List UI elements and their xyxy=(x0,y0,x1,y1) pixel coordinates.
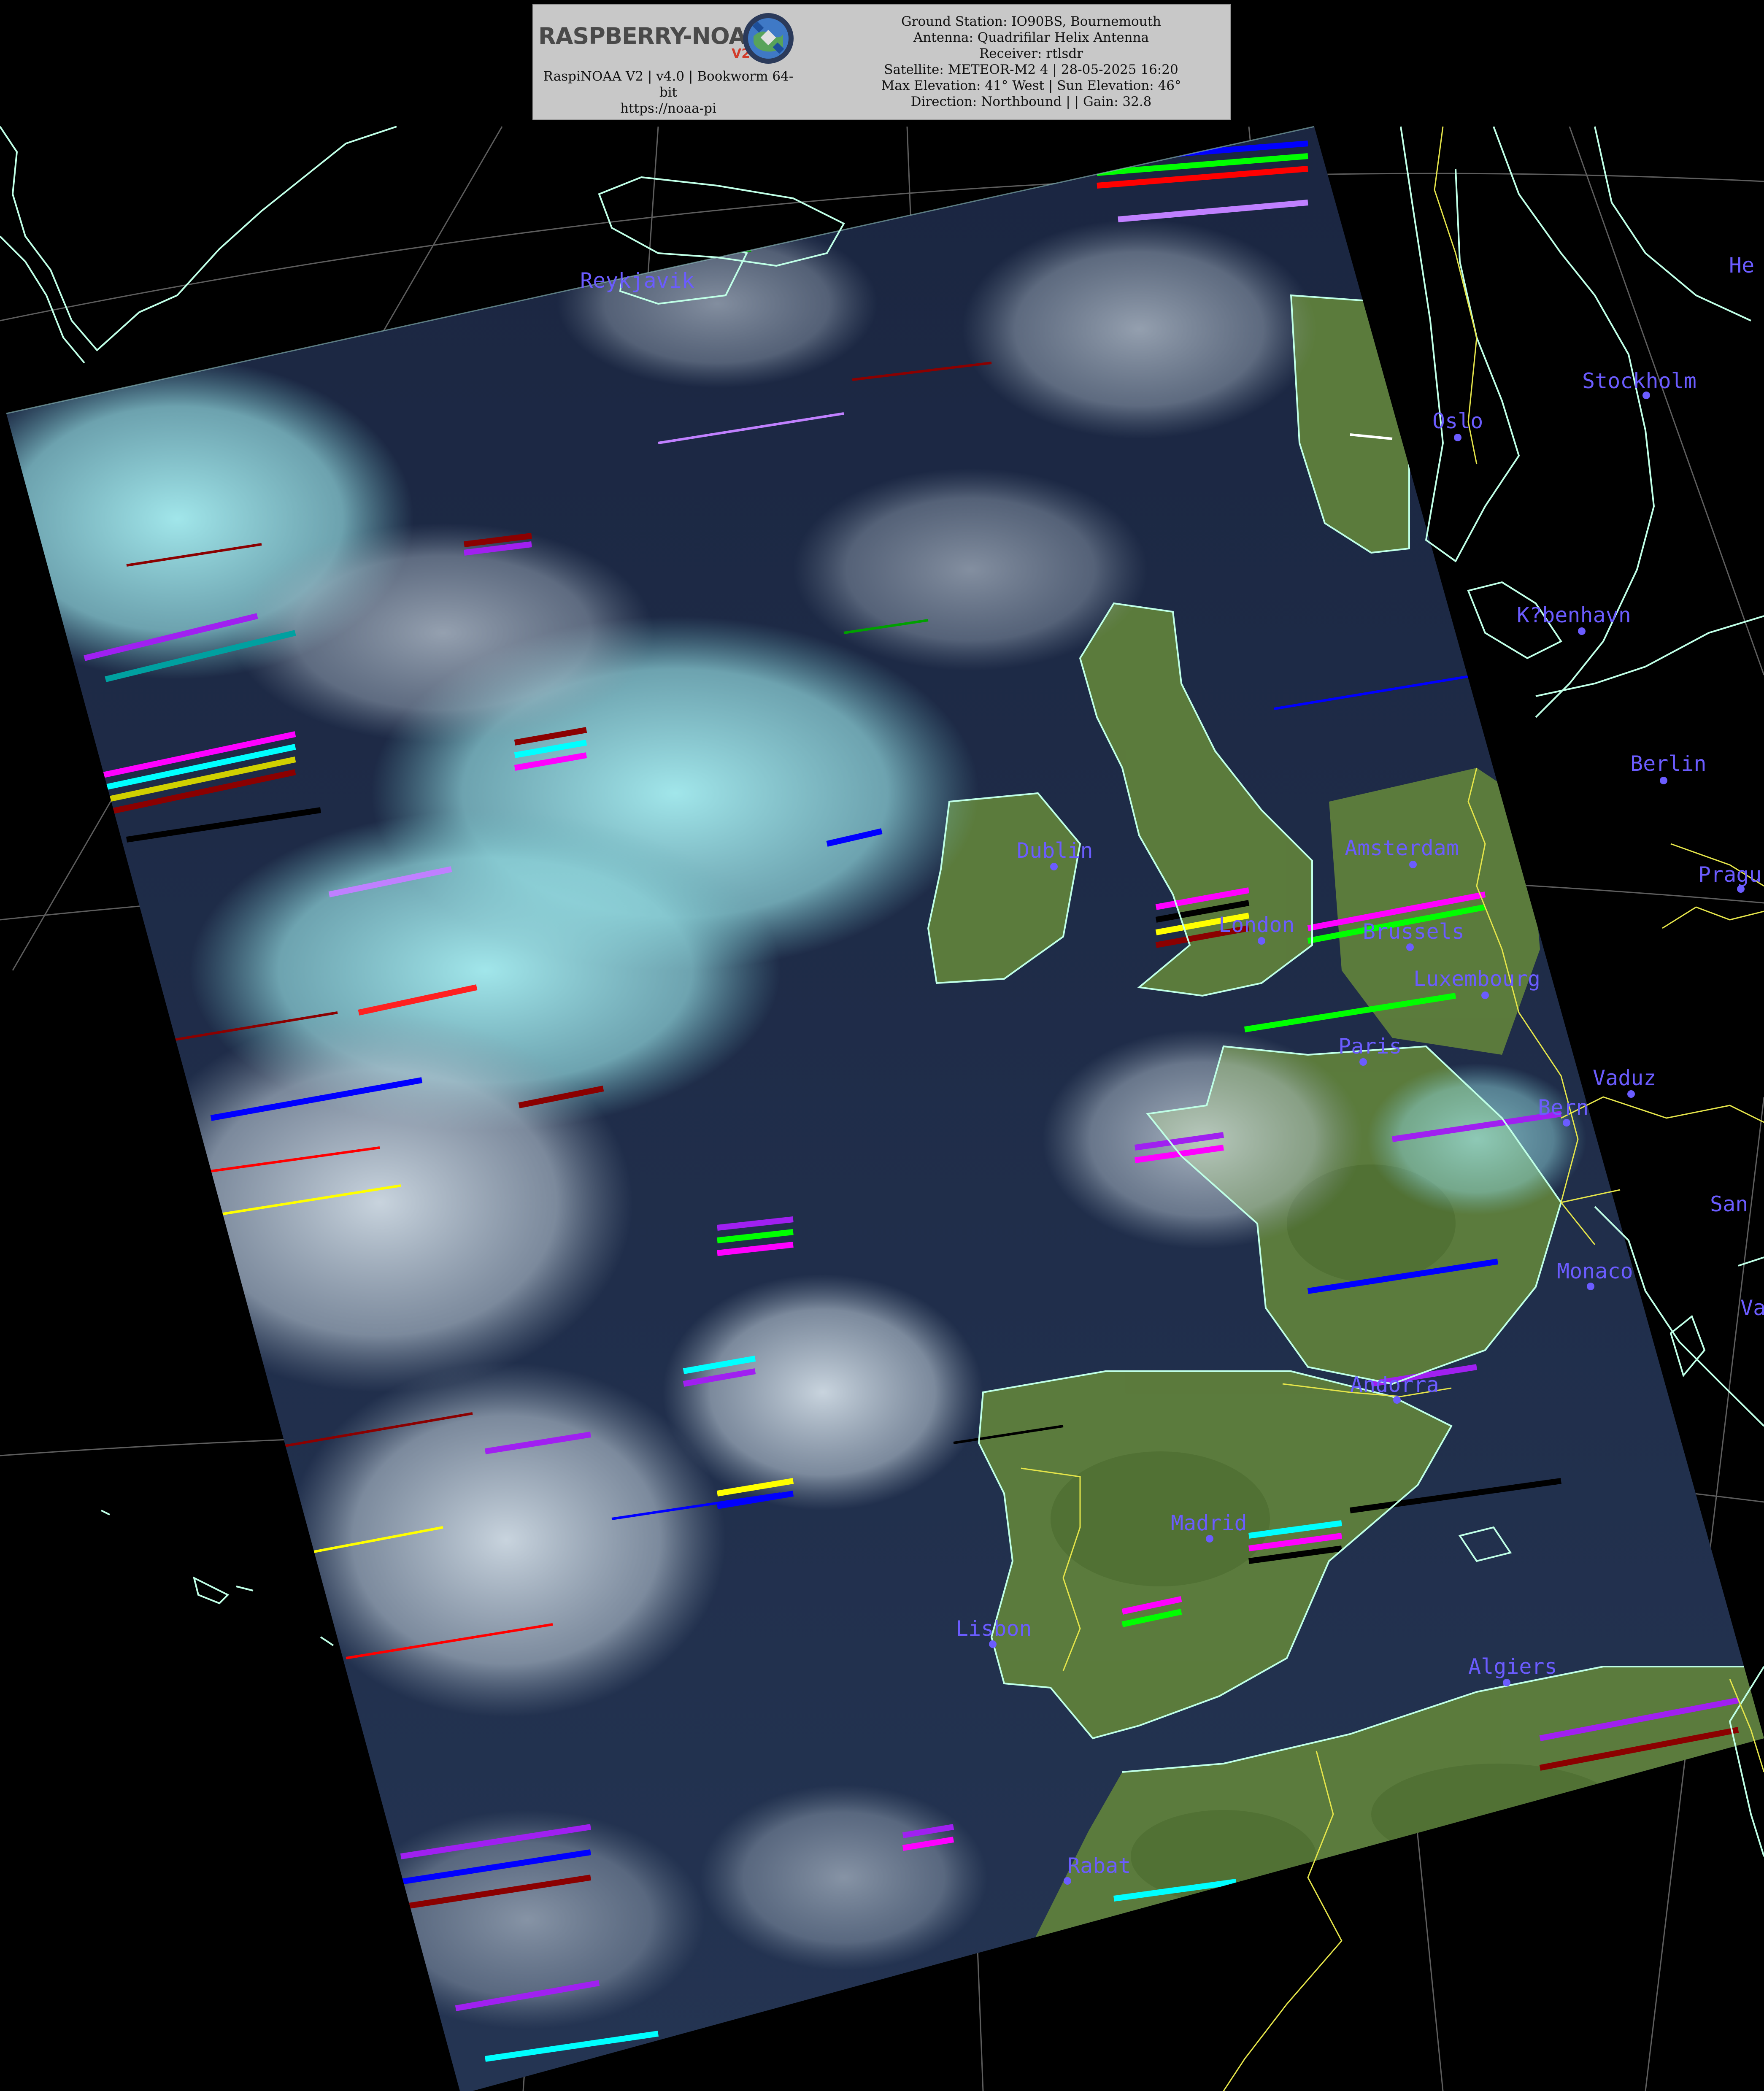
satellite-icon xyxy=(743,13,794,64)
city-label-rabat: Rabat xyxy=(1067,1853,1131,1878)
city-label-monaco: Monaco xyxy=(1557,1259,1633,1283)
logo-text: RASPBERRY-NOAA xyxy=(538,23,764,49)
city-label-madrid: Madrid xyxy=(1171,1511,1247,1535)
antenna-line: Antenna: Quadrifilar Helix Antenna xyxy=(913,30,1149,45)
city-label-paris: Paris xyxy=(1338,1034,1402,1059)
city-label-vaduz: Vaduz xyxy=(1593,1066,1656,1090)
city-dot-dublin xyxy=(1050,863,1058,870)
city-dot-vaduz xyxy=(1627,1090,1635,1098)
elevation-line: Max Elevation: 41° West | Sun Elevation:… xyxy=(881,78,1181,93)
city-label-london: London xyxy=(1218,913,1295,937)
city-label-oslo: Oslo xyxy=(1432,409,1483,433)
city-label-helsinki: He xyxy=(1729,253,1755,278)
city-dot-paris xyxy=(1359,1058,1367,1066)
pass-info-panel: RASPBERRY-NOAA V2 RaspiNOAA V2 | v4.0 | … xyxy=(532,4,1231,120)
city-label-andorra: Andorra xyxy=(1350,1372,1439,1397)
city-label-lisbon: Lisbon xyxy=(956,1616,1032,1641)
map-canvas xyxy=(0,126,1764,2091)
city-dot-lisbon xyxy=(989,1640,997,1648)
city-label-kobenhavn: K?benhavn xyxy=(1517,603,1631,627)
city-dot-stockholm xyxy=(1642,392,1650,399)
city-dot-kobenhavn xyxy=(1578,627,1586,635)
city-dot-oslo xyxy=(1454,434,1461,441)
satellite-line: Satellite: METEOR-M2 4 | 28-05-2025 16:2… xyxy=(884,62,1178,77)
city-label-bern: Bern xyxy=(1538,1095,1589,1120)
city-label-prague: Pragu xyxy=(1698,862,1762,887)
city-label-stockholm: Stockholm xyxy=(1582,369,1696,393)
caption-line: RaspiNOAA V2 | v4.0 | Bookworm 64- xyxy=(543,69,794,84)
city-dot-bern xyxy=(1563,1119,1570,1127)
city-label-algiers: Algiers xyxy=(1468,1654,1557,1679)
satellite-swath xyxy=(6,127,1764,2091)
satellite-map: RASPBERRY-NOAA V2 RaspiNOAA V2 | v4.0 | … xyxy=(0,0,1764,2091)
city-label-san: San xyxy=(1710,1192,1748,1216)
city-dot-andorra xyxy=(1393,1396,1401,1404)
city-dot-london xyxy=(1258,937,1265,945)
city-label-berlin: Berlin xyxy=(1630,751,1707,776)
city-label-amsterdam: Amsterdam xyxy=(1345,836,1459,860)
city-dot-monaco xyxy=(1587,1283,1594,1290)
city-dot-amsterdam xyxy=(1409,861,1417,868)
city-dot-algiers xyxy=(1503,1679,1510,1686)
city-label-reykjavik: Reykjavik xyxy=(580,268,694,293)
station-info: Ground Station: IO90BS, Bournemouth Ante… xyxy=(837,14,1225,110)
city-label-brussels: Brussels xyxy=(1363,919,1464,944)
receiver-line: Receiver: rtlsdr xyxy=(979,46,1083,61)
direction-gain-line: Direction: Northbound | | Gain: 32.8 xyxy=(910,94,1152,109)
city-dot-berlin xyxy=(1660,777,1667,784)
city-dot-madrid xyxy=(1206,1535,1213,1543)
city-dot-luxembourg xyxy=(1481,991,1489,999)
caption-line: bit xyxy=(659,85,678,100)
city-dot-brussels xyxy=(1406,943,1414,951)
ground-station-line: Ground Station: IO90BS, Bournemouth xyxy=(901,14,1162,29)
caption-line: https://noaa-pi xyxy=(620,101,716,116)
city-dot-prague xyxy=(1737,885,1745,893)
city-dot-rabat xyxy=(1064,1877,1071,1885)
software-version-caption: RaspiNOAA V2 | v4.0 | Bookworm 64- bit h… xyxy=(533,68,803,116)
city-label-luxembourg: Luxembourg xyxy=(1413,967,1541,991)
city-label-dublin: Dublin xyxy=(1017,838,1093,863)
city-label-vatican: Va xyxy=(1740,1296,1764,1320)
raspberry-noaa-logo: RASPBERRY-NOAA V2 RaspiNOAA V2 | v4.0 | … xyxy=(533,5,803,121)
